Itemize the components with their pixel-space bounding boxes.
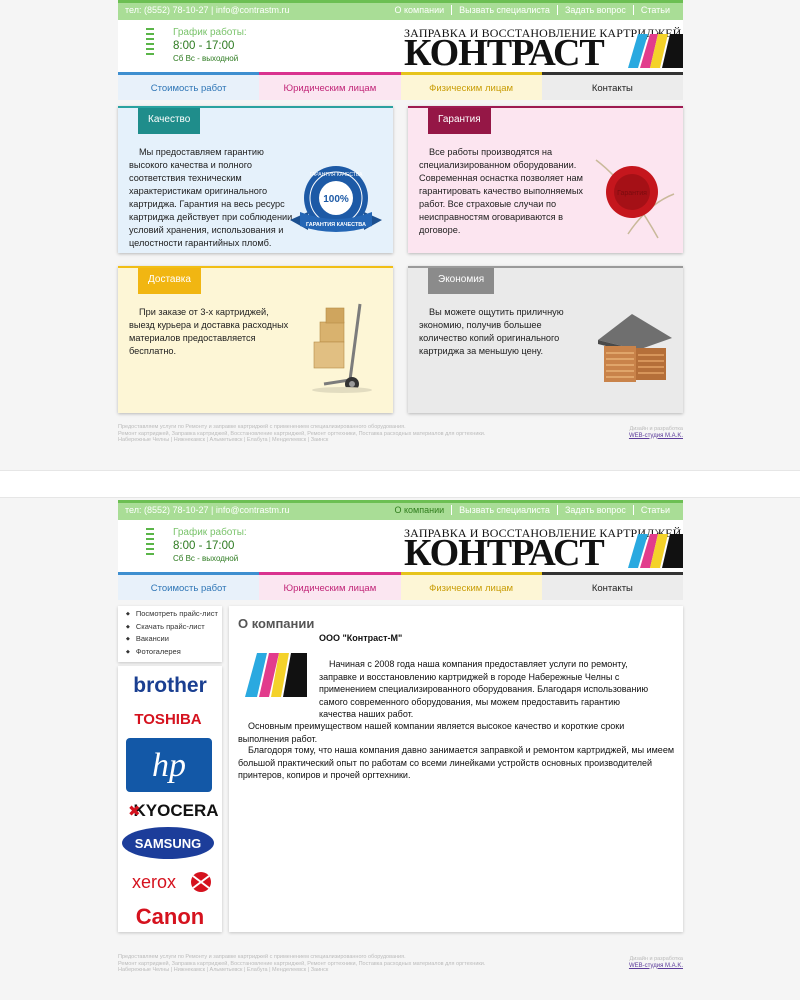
logo-name[interactable]: КОНТРАСТ bbox=[404, 534, 605, 572]
schedule-label: График работы: bbox=[173, 27, 247, 38]
card-title: Доставка bbox=[138, 268, 201, 294]
top-nav: О компании Вызвать специалиста Задать во… bbox=[388, 5, 677, 15]
contact-info[interactable]: тел: (8552) 78-10-27 | info@contrastm.ru bbox=[125, 5, 290, 15]
sidebar-item-gallery[interactable]: Фотогалерея bbox=[126, 646, 222, 659]
sidebar-item-download-price[interactable]: Скачать прайс-лист bbox=[126, 621, 222, 634]
main-menu: Стоимость работ Юридическим лицам Физиче… bbox=[118, 572, 683, 600]
menu-legal-entities[interactable]: Юридическим лицам bbox=[259, 572, 401, 600]
top-bar: тел: (8552) 78-10-27 | info@contrastm.ru… bbox=[118, 0, 683, 20]
schedule-note: Сб Вс - выходной bbox=[173, 554, 239, 563]
schedule-hours: 8:00 - 17:00 bbox=[173, 540, 235, 552]
company-name: ООО "Контраст-М" bbox=[319, 633, 403, 643]
menu-individuals[interactable]: Физическим лицам bbox=[400, 572, 542, 600]
schedule-hours: 8:00 - 17:00 bbox=[173, 40, 235, 52]
schedule-icon bbox=[146, 528, 154, 560]
sidebar-item-view-price[interactable]: Посмотреть прайс-лист bbox=[126, 608, 222, 621]
card-delivery: Доставка При заказе от 3-х картриджей, в… bbox=[118, 266, 393, 413]
badge-value: 100% bbox=[323, 194, 349, 205]
studio-link[interactable]: WEB-студия M.A.K. bbox=[629, 433, 683, 440]
logo-name[interactable]: КОНТРАСТ bbox=[404, 34, 605, 72]
schedule-note: Сб Вс - выходной bbox=[173, 54, 239, 63]
card-guarantee: Гарантия Все работы производятся на спец… bbox=[408, 106, 683, 253]
footer-line: Набережные Челны | Нижнекамск | Альметье… bbox=[118, 967, 329, 973]
brand-brother-logo: brother bbox=[133, 674, 207, 697]
footer: Предоставляем услуги по Ремонту и заправ… bbox=[118, 954, 683, 974]
wax-seal-icon: Гарантия bbox=[595, 159, 675, 239]
menu-contacts[interactable]: Контакты bbox=[541, 72, 683, 100]
card-title: Экономия bbox=[428, 268, 495, 294]
footer: Предоставляем услуги по Ремонту и заправ… bbox=[118, 424, 683, 444]
quality-badge-icon: 100% ГАРАНТИЯ КАЧЕСТВА ГАРАНТИЯ КАЧЕСТВА bbox=[290, 166, 382, 232]
sidebar-item-vacancies[interactable]: Вакансии bbox=[126, 633, 222, 646]
brand-hp-logo: hp bbox=[152, 747, 186, 784]
brand-canon-logo: Canon bbox=[136, 904, 204, 929]
schedule: График работы: 8:00 - 17:00 Сб Вс - выхо… bbox=[173, 527, 247, 563]
badge-top: ГАРАНТИЯ КАЧЕСТВА bbox=[310, 172, 363, 178]
header: График работы: 8:00 - 17:00 Сб Вс - выхо… bbox=[118, 520, 683, 575]
nav-ask-question[interactable]: Задать вопрос bbox=[556, 505, 633, 515]
page-separator bbox=[0, 470, 800, 498]
brand-list: brother TOSHIBA hp KYOCERA ✖ SAMSUNG xer… bbox=[118, 666, 222, 932]
nav-about[interactable]: О компании bbox=[388, 5, 452, 15]
menu-pricing[interactable]: Стоимость работ bbox=[118, 72, 260, 100]
footer-credit: Дизайн и разработка WEB-студия M.A.K. bbox=[629, 956, 683, 969]
brand-kyocera-logo: KYOCERA bbox=[133, 801, 218, 820]
card-title: Гарантия bbox=[428, 108, 491, 134]
sidebar-menu: Посмотреть прайс-лист Скачать прайс-лист… bbox=[118, 606, 222, 662]
logo-mark-icon bbox=[628, 34, 683, 68]
about-paragraph: Благодоря тому, что наша компания давно … bbox=[238, 745, 675, 780]
badge-ribbon: ГАРАНТИЯ КАЧЕСТВА bbox=[306, 222, 366, 228]
header: График работы: 8:00 - 17:00 Сб Вс - выхо… bbox=[118, 20, 683, 75]
card-text: Мы предоставляем гарантию высокого качес… bbox=[129, 147, 293, 248]
card-title: Качество bbox=[138, 108, 201, 134]
page-title: О компании bbox=[238, 616, 315, 631]
nav-ask-question[interactable]: Задать вопрос bbox=[556, 5, 633, 15]
top-nav: О компании Вызвать специалиста Задать во… bbox=[388, 505, 677, 515]
top-bar: тел: (8552) 78-10-27 | info@contrastm.ru… bbox=[118, 500, 683, 520]
schedule-icon bbox=[146, 28, 154, 60]
card-text: При заказе от 3-х картриджей, выезд курь… bbox=[129, 307, 289, 356]
coin-house-icon bbox=[598, 314, 672, 382]
about-content: О компании ООО "Контраст-М" Начиная с 20… bbox=[229, 606, 683, 932]
logo-mark-icon bbox=[628, 534, 683, 568]
brand-samsung-logo: SAMSUNG bbox=[135, 836, 201, 851]
nav-articles[interactable]: Статьи bbox=[632, 5, 677, 15]
menu-pricing[interactable]: Стоимость работ bbox=[118, 572, 260, 600]
kyocera-mark-icon: ✖ bbox=[128, 802, 141, 820]
delivery-cart-icon bbox=[312, 303, 372, 393]
menu-contacts[interactable]: Контакты bbox=[541, 572, 683, 600]
credit-label: Дизайн и разработка bbox=[629, 426, 683, 432]
schedule: График работы: 8:00 - 17:00 Сб Вс - выхо… bbox=[173, 27, 247, 63]
schedule-label: График работы: bbox=[173, 527, 247, 538]
page-home: тел: (8552) 78-10-27 | info@contrastm.ru… bbox=[0, 0, 800, 470]
brand-xerox-logo: xerox bbox=[132, 872, 176, 892]
nav-articles[interactable]: Статьи bbox=[632, 505, 677, 515]
nav-about[interactable]: О компании bbox=[388, 505, 452, 515]
card-quality: Качество Мы предоставляем гарантию высок… bbox=[118, 106, 393, 253]
menu-legal-entities[interactable]: Юридическим лицам bbox=[259, 72, 401, 100]
contact-info[interactable]: тел: (8552) 78-10-27 | info@contrastm.ru bbox=[125, 505, 290, 515]
about-paragraph: Основным преимуществом нашей компании яв… bbox=[238, 721, 625, 744]
about-paragraph: Начиная с 2008 года наша компания предос… bbox=[319, 659, 649, 719]
nav-call-specialist[interactable]: Вызвать специалиста bbox=[451, 5, 557, 15]
seal-text: Гарантия bbox=[617, 190, 647, 197]
studio-link[interactable]: WEB-студия M.A.K. bbox=[629, 963, 683, 970]
credit-label: Дизайн и разработка bbox=[629, 956, 683, 962]
footer-credit: Дизайн и разработка WEB-студия M.A.K. bbox=[629, 426, 683, 439]
brand-toshiba-logo: TOSHIBA bbox=[134, 711, 201, 728]
card-economy: Экономия Вы можете ощутить приличную эко… bbox=[408, 266, 683, 413]
card-text: Все работы производятся на специализиров… bbox=[419, 147, 584, 235]
company-logo-icon bbox=[245, 653, 307, 697]
footer-line: Набережные Челны | Нижнекамск | Альметье… bbox=[118, 437, 329, 443]
menu-individuals[interactable]: Физическим лицам bbox=[400, 72, 542, 100]
nav-call-specialist[interactable]: Вызвать специалиста bbox=[451, 505, 557, 515]
main-menu: Стоимость работ Юридическим лицам Физиче… bbox=[118, 72, 683, 100]
card-text: Вы можете ощутить приличную экономию, по… bbox=[419, 307, 564, 356]
